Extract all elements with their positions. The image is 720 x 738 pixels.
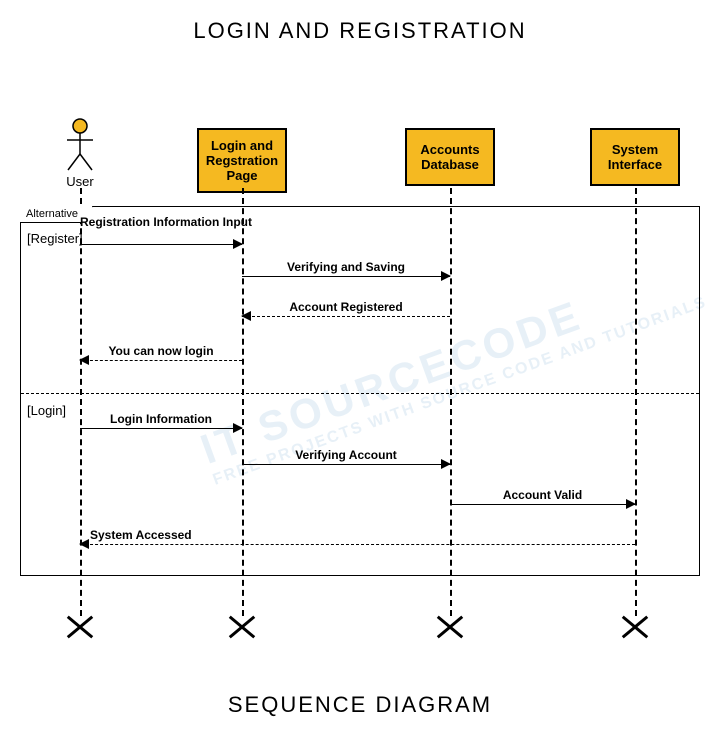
msg-label: Account Valid xyxy=(450,488,635,502)
msg-label: Verifying and Saving xyxy=(242,260,450,274)
lifeline-box-db: Accounts Database xyxy=(405,128,495,186)
msg-verify-acct: Verifying Account xyxy=(242,464,450,482)
lifeline-box-page: Login and Regstration Page xyxy=(197,128,287,193)
msg-acct-registered: Account Registered xyxy=(242,316,450,334)
footer-title: SEQUENCE DIAGRAM xyxy=(0,692,720,718)
destroy-sys xyxy=(620,616,650,638)
frame-divider xyxy=(21,393,699,394)
guard-register: [Register] xyxy=(27,231,83,246)
page-title: LOGIN AND REGISTRATION xyxy=(0,18,720,44)
msg-label: Account Registered xyxy=(242,300,450,314)
msg-sys-accessed: System Accessed xyxy=(80,544,635,562)
actor-user: User xyxy=(60,118,100,189)
msg-verify-save: Verifying and Saving xyxy=(242,276,450,294)
guard-login: [Login] xyxy=(27,403,66,418)
msg-label: Registration Information Input xyxy=(80,216,242,229)
diagram-canvas: IT SOURCECODE FREE PROJECTS WITH SOURCE … xyxy=(20,108,700,638)
msg-label: Verifying Account xyxy=(242,448,450,462)
destroy-user xyxy=(65,616,95,638)
msg-label: System Accessed xyxy=(90,528,192,542)
msg-label: You can now login xyxy=(80,344,242,358)
lifeline-box-sys: System Interface xyxy=(590,128,680,186)
msg-acct-valid: Account Valid xyxy=(450,504,635,522)
actor-label: User xyxy=(60,174,100,189)
msg-login-info: Login Information xyxy=(80,428,242,446)
actor-icon xyxy=(65,118,95,172)
destroy-db xyxy=(435,616,465,638)
msg-can-login: You can now login xyxy=(80,360,242,378)
msg-reg-input: Registration Information Input xyxy=(80,244,242,262)
msg-label: Login Information xyxy=(80,412,242,426)
destroy-page xyxy=(227,616,257,638)
